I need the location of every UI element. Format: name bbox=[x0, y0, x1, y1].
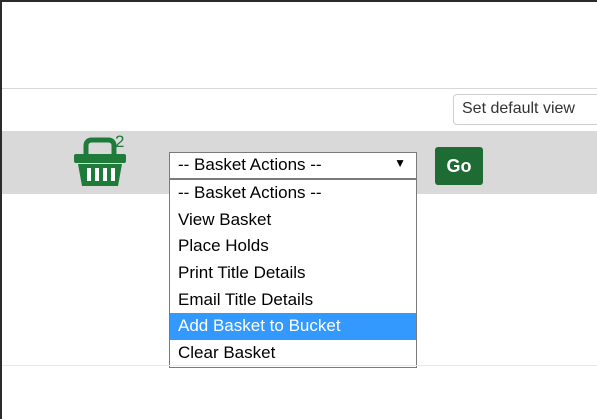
content-divider bbox=[2, 365, 597, 366]
basket-count-badge: 2 bbox=[115, 132, 125, 151]
dropdown-option-clear-basket[interactable]: Clear Basket bbox=[170, 340, 416, 367]
dropdown-option-place-holds[interactable]: Place Holds bbox=[170, 233, 416, 260]
header-divider bbox=[2, 88, 597, 89]
dropdown-option-add-basket-to-bucket[interactable]: Add Basket to Bucket bbox=[170, 313, 416, 341]
default-view-select[interactable]: Set default view bbox=[453, 94, 597, 125]
window-left-border bbox=[0, 0, 2, 419]
basket-actions-selected-value: -- Basket Actions -- bbox=[178, 155, 322, 174]
dropdown-option-placeholder[interactable]: -- Basket Actions -- bbox=[170, 180, 416, 207]
dropdown-option-view-basket[interactable]: View Basket bbox=[170, 207, 416, 234]
basket-actions-dropdown-list: -- Basket Actions -- View Basket Place H… bbox=[169, 179, 417, 368]
dropdown-option-email-title-details[interactable]: Email Title Details bbox=[170, 287, 416, 314]
basket-actions-select[interactable]: -- Basket Actions -- ▼ bbox=[169, 152, 417, 179]
dropdown-option-print-title-details[interactable]: Print Title Details bbox=[170, 260, 416, 287]
go-button[interactable]: Go bbox=[435, 147, 483, 185]
dropdown-arrow-icon: ▼ bbox=[394, 156, 406, 170]
window-top-border bbox=[0, 0, 597, 2]
